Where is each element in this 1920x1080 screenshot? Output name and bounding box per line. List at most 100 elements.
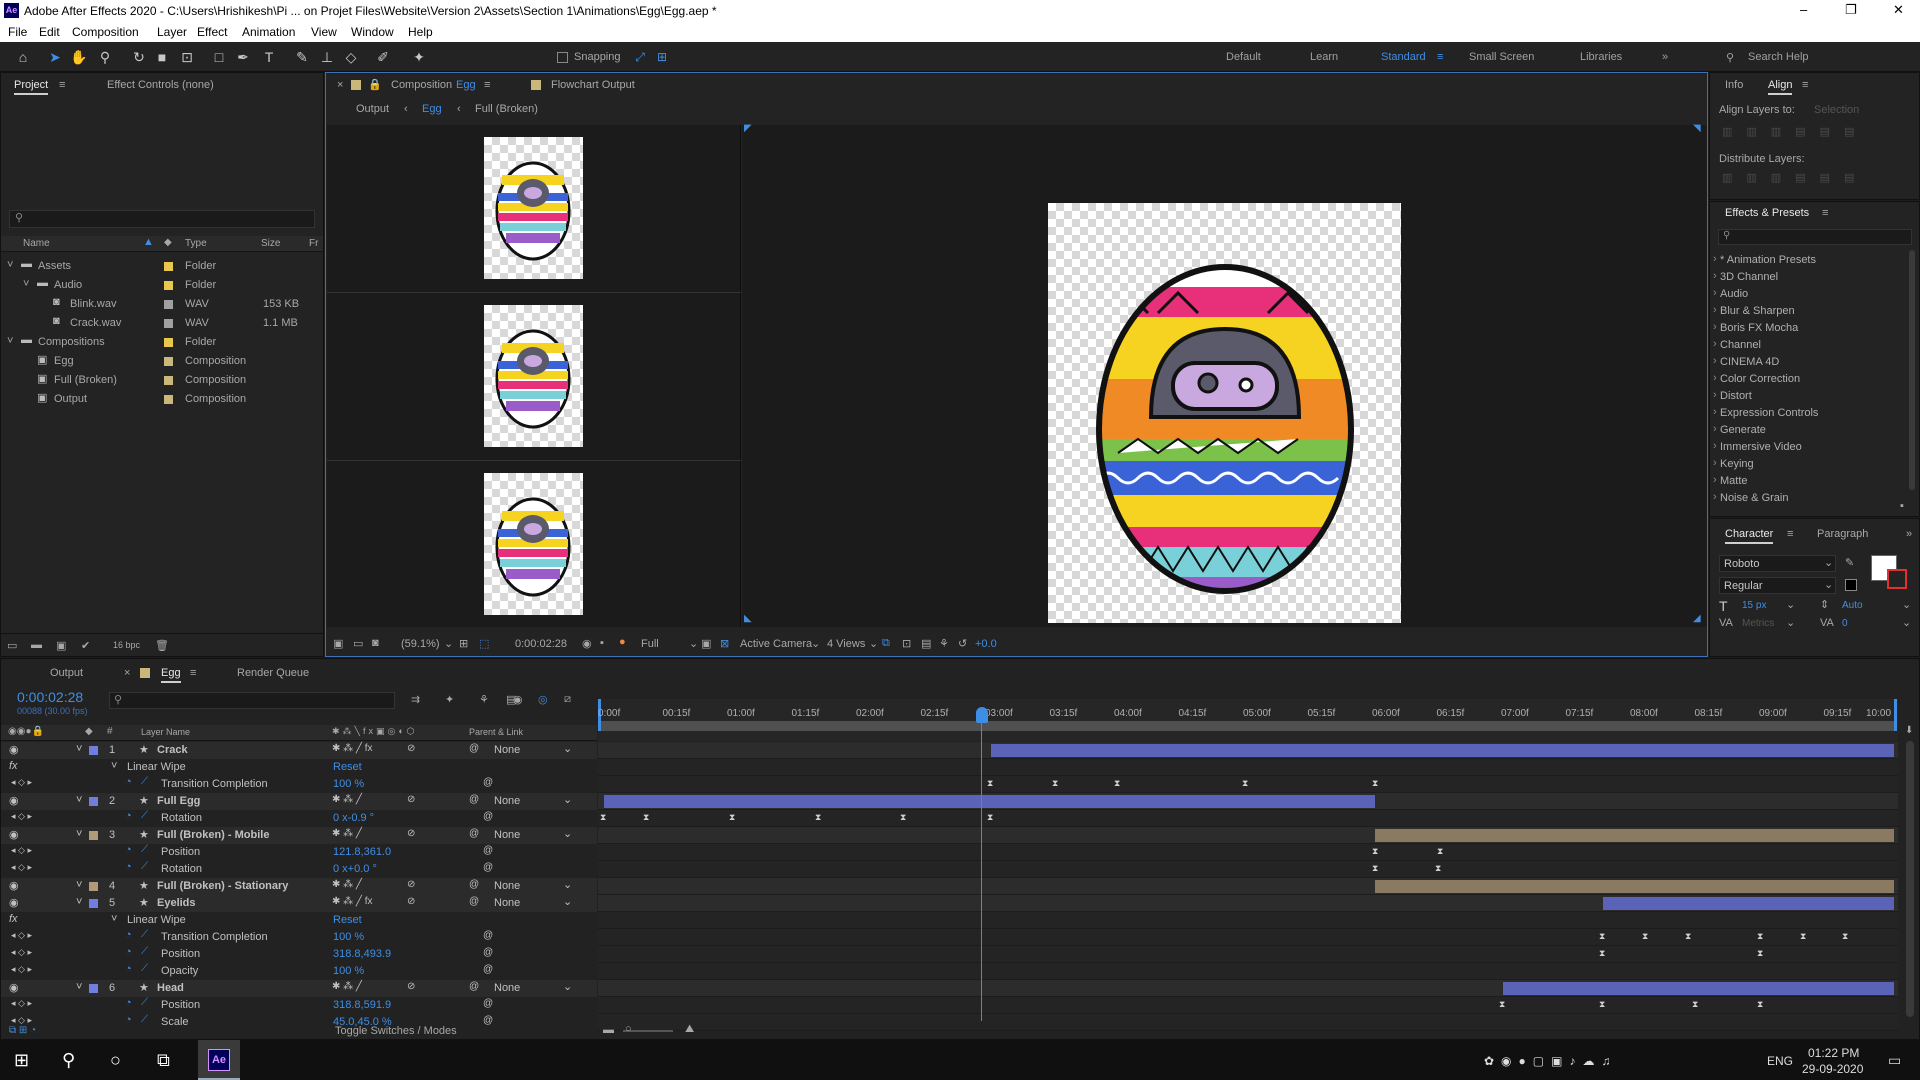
- kerning-value[interactable]: Metrics: [1742, 618, 1774, 629]
- effects-scrollbar[interactable]: [1909, 250, 1915, 490]
- font-size-value[interactable]: 15 px: [1742, 600, 1766, 611]
- expand-arrow-icon[interactable]: ›: [1713, 389, 1717, 401]
- expression-pickwhip-icon[interactable]: @: [483, 845, 493, 856]
- tab-composition-egg[interactable]: Egg: [456, 79, 476, 91]
- pick-whip-icon[interactable]: @: [469, 981, 479, 992]
- clone-stamp-tool-icon[interactable]: ⊥: [318, 48, 336, 66]
- stopwatch-icon[interactable]: ◔: [125, 997, 132, 1009]
- effects-category[interactable]: Matte: [1720, 475, 1748, 487]
- expand-arrow-icon[interactable]: ˅: [76, 794, 82, 806]
- property-value[interactable]: 318.8,591.9: [333, 999, 391, 1011]
- character-menu-icon[interactable]: ≡: [1787, 528, 1793, 540]
- zoom-in-icon[interactable]: ⛰: [685, 1023, 694, 1036]
- layer-switch-icons[interactable]: ⧉ ⊞ ◔: [9, 1025, 36, 1036]
- pick-whip-icon[interactable]: @: [469, 828, 479, 839]
- property-row[interactable]: ◂ ◇ ▸ ◔ ⟋ Transition Completion 100 % @: [1, 929, 597, 946]
- keyframe-icon[interactable]: ⧗: [1114, 778, 1120, 789]
- search-icon[interactable]: ⚲: [62, 1050, 75, 1071]
- keyframe-icon[interactable]: ⧗: [643, 812, 649, 823]
- layer-switches-icons[interactable]: ✱ ⁂ ╱ fx: [332, 896, 373, 907]
- parent-dropdown[interactable]: None: [494, 880, 520, 892]
- layer-duration-bar[interactable]: [1375, 829, 1894, 842]
- visibility-eye-icon[interactable]: ◉: [9, 879, 19, 892]
- keyframe-navigator-icon[interactable]: ◂ ◇ ▸: [11, 862, 32, 873]
- zoom-dropdown[interactable]: (59.1%): [401, 638, 440, 650]
- task-view-icon[interactable]: ⧉: [157, 1050, 170, 1071]
- timeline-menu-icon[interactable]: ≡: [190, 667, 196, 679]
- expression-pickwhip-icon[interactable]: @: [483, 811, 493, 822]
- keyframe-navigator-icon[interactable]: ◂ ◇ ▸: [11, 777, 32, 788]
- delete-icon[interactable]: 🗑: [155, 639, 169, 652]
- expression-pickwhip-icon[interactable]: @: [483, 862, 493, 873]
- label-column-icon[interactable]: ◆: [164, 237, 172, 248]
- monitor-icon[interactable]: ▭: [353, 637, 363, 650]
- visibility-eye-icon[interactable]: ◉: [9, 828, 19, 841]
- view-middle-thumbnail[interactable]: [484, 305, 583, 447]
- col-fr[interactable]: Fr: [309, 238, 318, 249]
- stopwatch-icon[interactable]: ◔: [125, 946, 132, 958]
- selection-tool-icon[interactable]: ➤: [46, 48, 64, 66]
- effects-category[interactable]: Distort: [1720, 390, 1752, 402]
- keyframe-icon[interactable]: ⧗: [1499, 999, 1505, 1010]
- keyframe-navigator-icon[interactable]: ◂ ◇ ▸: [11, 964, 32, 975]
- notification-icon[interactable]: ▭: [1888, 1052, 1901, 1069]
- stopwatch-icon[interactable]: ◔: [125, 810, 132, 822]
- keyframe-icon[interactable]: ⧗: [987, 778, 993, 789]
- expand-arrow-icon[interactable]: ˅: [76, 743, 82, 755]
- workspace-libraries[interactable]: Libraries: [1580, 51, 1622, 63]
- playhead-line[interactable]: [981, 723, 982, 1021]
- layer-row[interactable]: ◉ ˅ 2 ★ Full Egg ✱ ⁂ ╱ ⊘ @ None ⌄: [1, 793, 597, 810]
- tab-align[interactable]: Align: [1768, 79, 1793, 95]
- col-type[interactable]: Type: [185, 238, 207, 249]
- expand-arrow-icon[interactable]: ›: [1713, 270, 1717, 282]
- label-color-swatch[interactable]: [164, 338, 173, 347]
- main-viewer[interactable]: ◤ ◣ ◥ ◢: [742, 123, 1707, 627]
- property-row[interactable]: ◂ ◇ ▸ ◔ ⟋ Rotation 0 x-0.9 ° @: [1, 810, 597, 827]
- project-item[interactable]: ▣ Egg Composition: [1, 352, 323, 371]
- current-timecode[interactable]: 0:00:02:28: [17, 689, 83, 705]
- new-composition-icon[interactable]: ▣: [56, 639, 66, 652]
- grid-icon[interactable]: ⊞: [459, 637, 468, 650]
- clock-date[interactable]: 29-09-2020: [1802, 1062, 1863, 1076]
- align-icons[interactable]: ▥▥▥▤▤▤: [1722, 125, 1868, 138]
- stopwatch-icon[interactable]: ◔: [125, 963, 132, 975]
- label-color-swatch[interactable]: [164, 357, 173, 366]
- keyframe-icon[interactable]: ⧗: [1052, 778, 1058, 789]
- layer-duration-bar[interactable]: [1603, 897, 1894, 910]
- panel-overflow-icon[interactable]: »: [1906, 528, 1912, 540]
- layer-name-header[interactable]: Layer Name: [141, 727, 190, 737]
- expand-arrow-icon[interactable]: ›: [1713, 253, 1717, 265]
- font-family-dropdown[interactable]: Roboto ⌄: [1719, 555, 1836, 572]
- keyframe-navigator-icon[interactable]: ◂ ◇ ▸: [11, 947, 32, 958]
- label-color-swatch[interactable]: [164, 395, 173, 404]
- property-row[interactable]: ◂ ◇ ▸ ◔ ⟋ Position 121.8,361.0 @: [1, 844, 597, 861]
- effects-menu-icon[interactable]: ≡: [1822, 207, 1828, 219]
- keyframe-icon[interactable]: ⧗: [1437, 846, 1443, 857]
- stopwatch-icon[interactable]: ◔: [125, 861, 132, 873]
- menu-layer[interactable]: Layer: [157, 25, 187, 39]
- keyframe-icon[interactable]: ⧗: [1692, 999, 1698, 1010]
- tab-paragraph[interactable]: Paragraph: [1817, 528, 1868, 540]
- draft-3d-icon[interactable]: ✦: [445, 693, 454, 706]
- layer-duration-bar[interactable]: [1503, 982, 1894, 995]
- label-color-swatch[interactable]: [164, 319, 173, 328]
- interpret-footage-icon[interactable]: ▭: [7, 639, 17, 652]
- region-of-interest-icon[interactable]: ▣: [701, 637, 711, 650]
- keyframe-icon[interactable]: ⧗: [1435, 863, 1441, 874]
- tab-project[interactable]: Project: [14, 79, 49, 95]
- tracking-value[interactable]: 0: [1842, 618, 1848, 629]
- layer-row[interactable]: ◉ ˅ 4 ★ Full (Broken) - Stationary ✱ ⁂ ╱ ⊘ @ No…: [1, 878, 597, 895]
- effect-name[interactable]: Linear Wipe: [127, 761, 186, 773]
- project-settings-icon[interactable]: ✔: [81, 639, 90, 652]
- views-dropdown[interactable]: 4 Views: [827, 638, 865, 650]
- property-row[interactable]: ◂ ◇ ▸ ◔ ⟋ Transition Completion 100 % @: [1, 776, 597, 793]
- graph-icon[interactable]: ⟋: [141, 997, 148, 1008]
- expand-arrow-icon[interactable]: ›: [1713, 321, 1717, 333]
- expand-arrow-icon[interactable]: ›: [1713, 491, 1717, 503]
- motion-blur-switch-icon[interactable]: ⊘: [407, 896, 415, 907]
- layer-label-swatch[interactable]: [89, 746, 98, 755]
- effects-category[interactable]: Boris FX Mocha: [1720, 322, 1798, 334]
- keyframe-icon[interactable]: ⧗: [987, 812, 993, 823]
- parent-dropdown[interactable]: None: [494, 897, 520, 909]
- work-area-end[interactable]: [1894, 699, 1897, 731]
